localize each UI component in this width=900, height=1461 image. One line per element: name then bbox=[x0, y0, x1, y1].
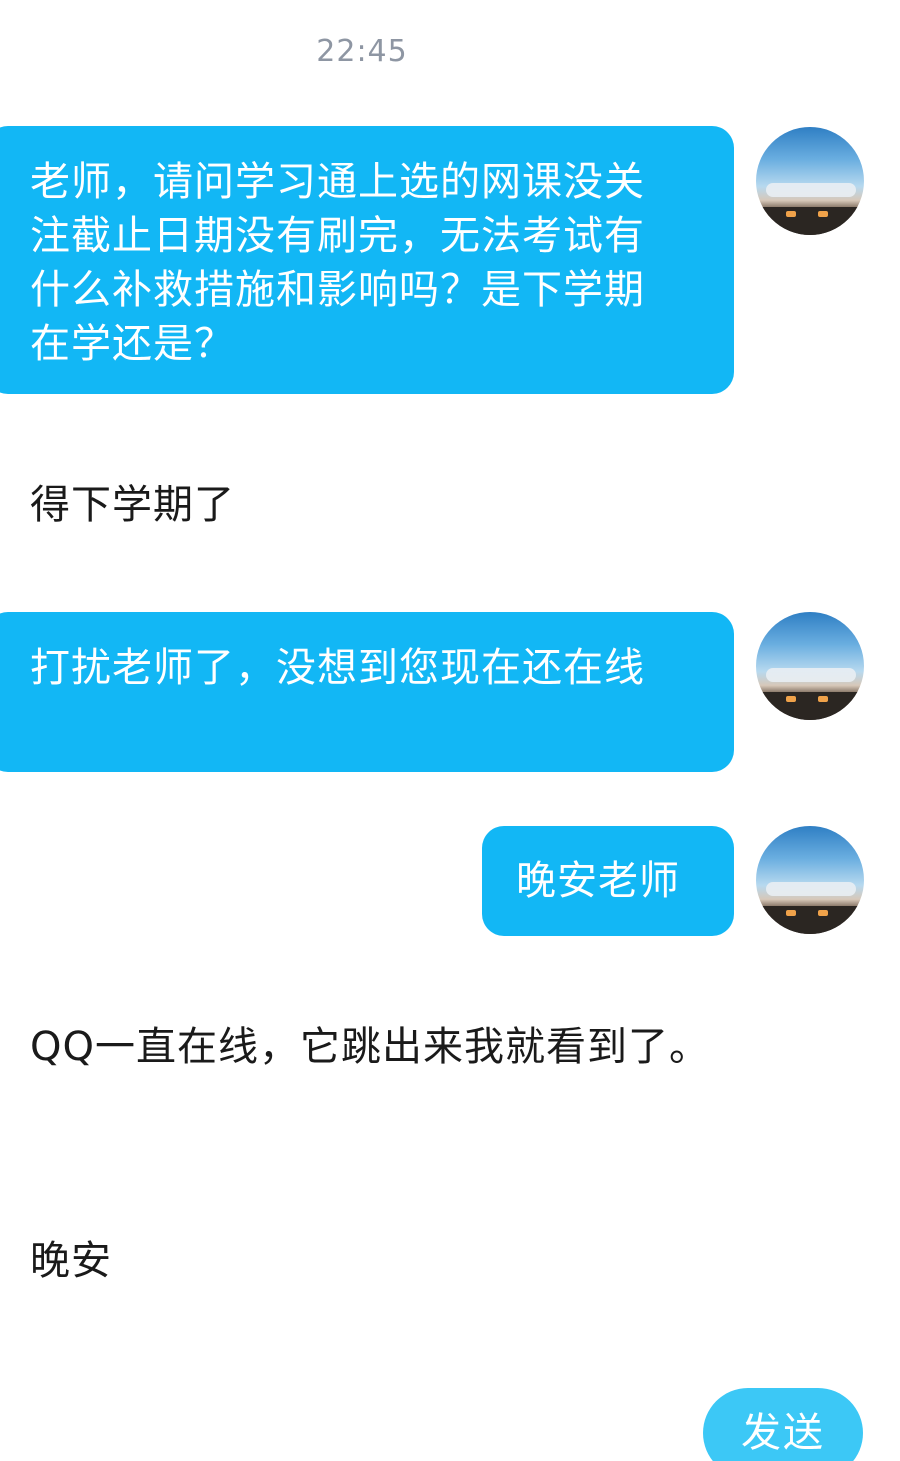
avatar-light bbox=[818, 696, 828, 702]
send-button[interactable]: 发送 bbox=[703, 1388, 863, 1461]
avatar-ground bbox=[756, 207, 864, 235]
outgoing-message-bubble[interactable]: 打扰老师了，没想到您现在还在线 bbox=[0, 612, 734, 772]
incoming-message-text[interactable]: QQ一直在线，它跳出来我就看到了。 bbox=[30, 1020, 720, 1074]
outgoing-message-bubble[interactable]: 老师，请问学习通上选的网课没关注截止日期没有刷完，无法考试有什么补救措施和影响吗… bbox=[0, 126, 734, 394]
user-avatar-icon[interactable] bbox=[756, 612, 864, 720]
avatar-cloud bbox=[766, 183, 856, 197]
incoming-message-text[interactable]: 晚安 bbox=[30, 1234, 720, 1288]
avatar-ground bbox=[756, 692, 864, 720]
avatar-cloud bbox=[766, 668, 856, 682]
user-avatar-icon[interactable] bbox=[756, 127, 864, 235]
avatar-cloud bbox=[766, 882, 856, 896]
avatar-light bbox=[786, 910, 796, 916]
avatar-ground bbox=[756, 906, 864, 934]
incoming-message-text[interactable]: 得下学期了 bbox=[30, 478, 720, 532]
outgoing-message-bubble[interactable]: 晚安老师 bbox=[482, 826, 734, 936]
user-avatar-icon[interactable] bbox=[756, 826, 864, 934]
avatar-light bbox=[786, 211, 796, 217]
avatar-light bbox=[786, 696, 796, 702]
avatar-light bbox=[818, 910, 828, 916]
message-timestamp: 22:45 bbox=[316, 34, 408, 69]
avatar-light bbox=[818, 211, 828, 217]
chat-screen: 22:45 老师，请问学习通上选的网课没关注截止日期没有刷完，无法考试有什么补救… bbox=[0, 0, 900, 1461]
